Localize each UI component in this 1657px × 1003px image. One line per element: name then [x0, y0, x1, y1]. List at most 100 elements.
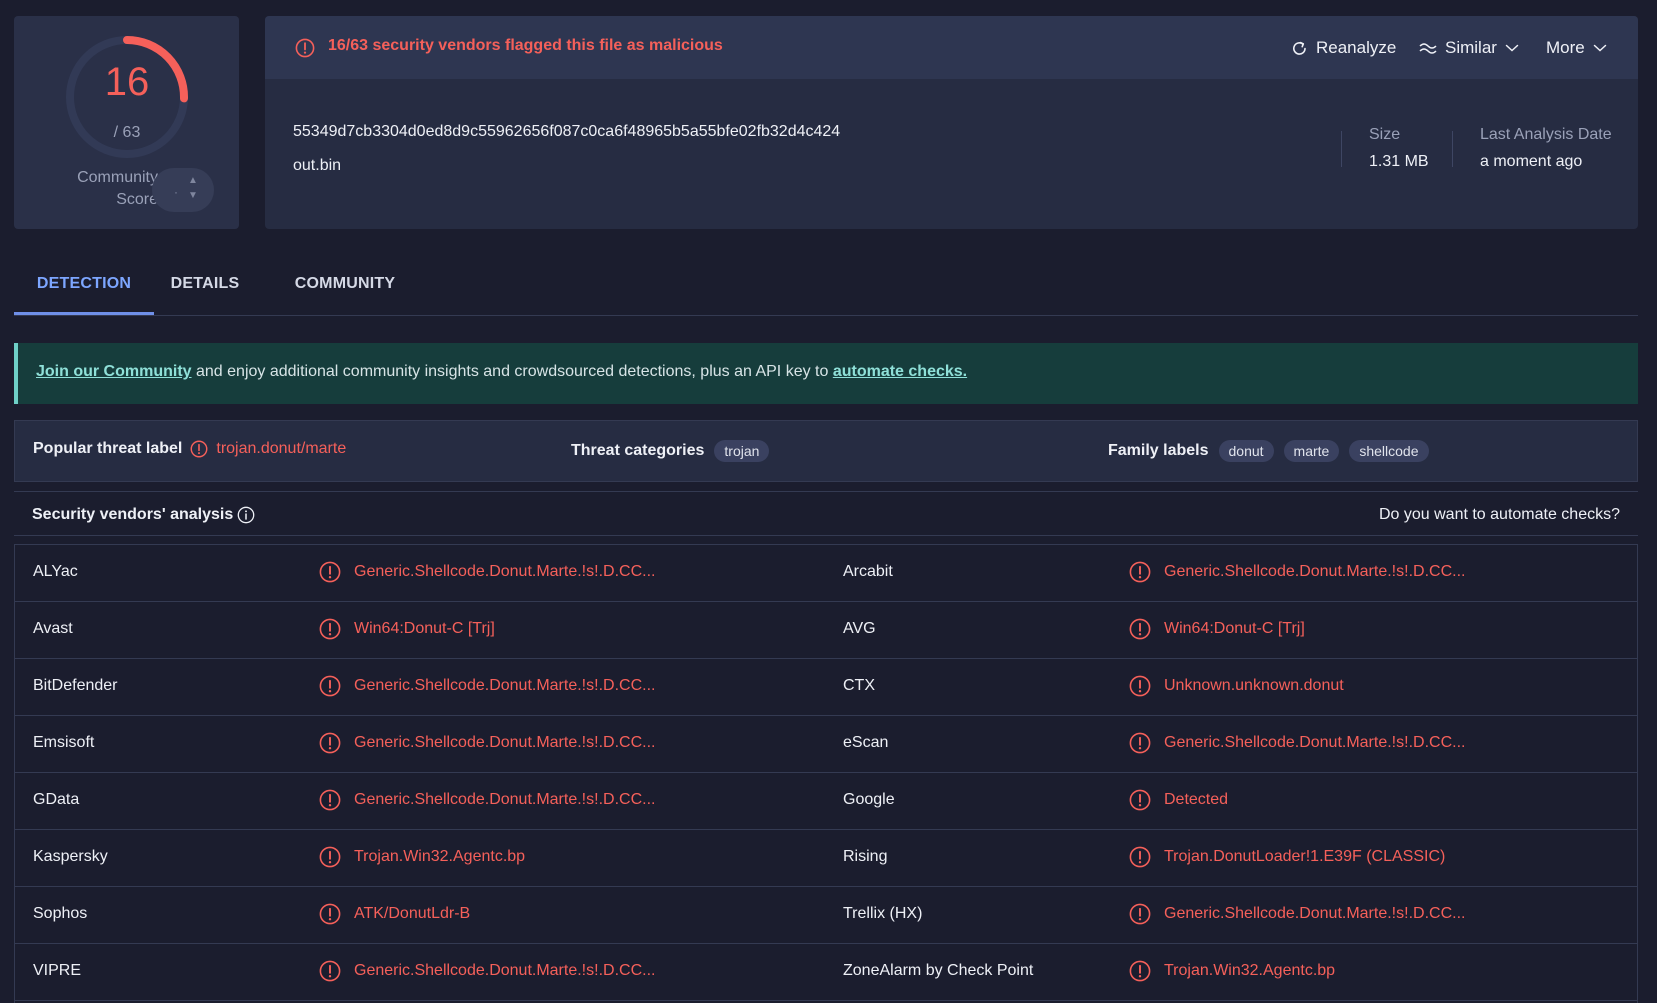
threat-category-chip[interactable]: trojan: [714, 440, 770, 462]
file-size-block: Size 1.31 MB: [1369, 126, 1429, 171]
alert-circle-icon: [1129, 732, 1151, 754]
alert-circle-icon: [1129, 675, 1151, 697]
report-tabs: DETECTION DETAILS COMMUNITY: [14, 262, 1638, 316]
more-button[interactable]: More: [1546, 36, 1607, 60]
alert-circle-icon: [295, 38, 315, 58]
last-analysis-value: a moment ago: [1480, 153, 1583, 170]
malicious-flag-bar: 16/63 security vendors flagged this file…: [265, 16, 1638, 79]
community-score-label-line1: Community: [77, 169, 158, 186]
vendor-result: Unknown.unknown.donut: [1164, 677, 1344, 694]
similar-label: Similar: [1445, 38, 1497, 57]
meta-divider: [1341, 131, 1342, 167]
vendor-result: Generic.Shellcode.Donut.Marte.!s!.D.CC..…: [1164, 905, 1466, 922]
reanalyze-button[interactable]: Reanalyze: [1291, 36, 1396, 60]
tab-detection[interactable]: DETECTION: [14, 262, 154, 315]
alert-circle-icon: [1129, 561, 1151, 583]
vendor-name: GData: [33, 791, 80, 808]
info-icon[interactable]: [237, 506, 255, 524]
automate-checks-link[interactable]: automate checks.: [833, 363, 967, 380]
community-banner-text: Join our Community and enjoy additional …: [36, 363, 967, 381]
file-summary-card: 16/63 security vendors flagged this file…: [265, 16, 1638, 229]
vendor-result: Generic.Shellcode.Donut.Marte.!s!.D.CC..…: [1164, 563, 1466, 580]
vendor-name: CTX: [843, 677, 875, 694]
popular-threat-label-value[interactable]: trojan.donut/marte: [216, 440, 346, 458]
alert-circle-icon: [319, 732, 341, 754]
threat-labels-bar: Popular threat label trojan.donut/marte …: [14, 420, 1638, 482]
alert-circle-icon: [319, 618, 341, 640]
community-vote-control[interactable]: · ▲ ▼: [152, 168, 214, 212]
alert-circle-icon: [1129, 789, 1151, 811]
threat-categories-group: Threat categories trojan: [571, 440, 770, 462]
vendor-result: Trojan.Win32.Agentc.bp: [1164, 962, 1336, 979]
family-labels-title: Family labels: [1108, 442, 1209, 459]
refresh-icon: [1293, 41, 1306, 55]
table-row: Avast Win64:Donut-C [Trj] AVG Win64:Donu…: [15, 602, 1637, 659]
vendor-name: Google: [843, 791, 895, 808]
alert-circle-icon: [1129, 903, 1151, 925]
vendor-result: Generic.Shellcode.Donut.Marte.!s!.D.CC..…: [1164, 734, 1466, 751]
detection-score-card: 16 / 63 Community Score · ▲ ▼: [14, 16, 239, 229]
vendor-result: Generic.Shellcode.Donut.Marte.!s!.D.CC..…: [354, 962, 656, 979]
vendor-result: Detected: [1164, 791, 1229, 808]
vendor-name: Arcabit: [843, 563, 893, 580]
vendor-results-table: ALYac Generic.Shellcode.Donut.Marte.!s!.…: [14, 544, 1638, 1003]
table-row: Sophos ATK/DonutLdr-B Trellix (HX) Gener…: [15, 887, 1637, 944]
detection-count: 16: [104, 60, 150, 104]
last-analysis-label: Last Analysis Date: [1480, 126, 1612, 143]
table-row: BitDefender Generic.Shellcode.Donut.Mart…: [15, 659, 1637, 716]
automate-checks-prompt[interactable]: Do you want to automate checks?: [1379, 506, 1620, 524]
malicious-flag-text: 16/63 security vendors flagged this file…: [328, 37, 723, 54]
vendor-result: Generic.Shellcode.Donut.Marte.!s!.D.CC..…: [354, 791, 656, 808]
reanalyze-label: Reanalyze: [1316, 38, 1397, 57]
vendors-analysis-title: Security vendors' analysis: [32, 506, 234, 523]
alert-circle-icon: [1129, 960, 1151, 982]
file-sha256-hash[interactable]: 55349d7cb3304d0ed8d9c55962656f087c0ca6f4…: [293, 123, 840, 141]
vendor-name: eScan: [843, 734, 889, 751]
vendor-result: Win64:Donut-C [Trj]: [354, 620, 495, 637]
family-label-chip[interactable]: marte: [1283, 440, 1340, 462]
tab-community[interactable]: COMMUNITY: [289, 262, 401, 315]
vote-up-icon[interactable]: ▲: [188, 175, 198, 186]
vendor-result: Win64:Donut-C [Trj]: [1164, 620, 1305, 637]
alert-circle-icon: [1129, 846, 1151, 868]
vendor-result: Generic.Shellcode.Donut.Marte.!s!.D.CC..…: [354, 677, 656, 694]
popular-threat-label-group: Popular threat label trojan.donut/marte: [33, 440, 346, 458]
vendor-name: ALYac: [33, 563, 78, 580]
popular-threat-label-title: Popular threat label: [33, 440, 183, 457]
vendor-name: Emsisoft: [33, 734, 95, 751]
vendor-name: Trellix (HX): [843, 905, 923, 922]
alert-circle-icon: [319, 561, 341, 583]
community-banner: Join our Community and enjoy additional …: [14, 343, 1638, 404]
table-row: Emsisoft Generic.Shellcode.Donut.Marte.!…: [15, 716, 1637, 773]
community-score-label: Community Score: [24, 167, 158, 211]
banner-middle-text: and enjoy additional community insights …: [191, 363, 833, 380]
table-row: GData Generic.Shellcode.Donut.Marte.!s!.…: [15, 773, 1637, 830]
chevron-down-icon: [1593, 44, 1606, 52]
vendor-name: Kaspersky: [33, 848, 108, 865]
alert-circle-icon: [319, 675, 341, 697]
vote-value: ·: [174, 185, 178, 199]
chevron-down-icon: [1505, 44, 1519, 52]
community-score-label-line2: Score: [116, 191, 158, 208]
vendor-name: Avast: [33, 620, 73, 637]
family-label-chip[interactable]: donut: [1218, 440, 1274, 462]
similar-button[interactable]: Similar: [1419, 36, 1519, 60]
vendor-name: VIPRE: [33, 962, 82, 979]
alert-circle-icon: [1129, 618, 1151, 640]
threat-categories-title: Threat categories: [571, 442, 705, 459]
vendor-name: ZoneAlarm by Check Point: [843, 962, 1034, 979]
vote-down-icon[interactable]: ▼: [188, 190, 198, 201]
vendor-name: Rising: [843, 848, 888, 865]
tab-details[interactable]: DETAILS: [164, 262, 246, 315]
vendor-result: ATK/DonutLdr-B: [354, 905, 471, 922]
table-row: Kaspersky Trojan.Win32.Agentc.bp Rising …: [15, 830, 1637, 887]
join-community-link[interactable]: Join our Community: [36, 363, 192, 380]
vendor-total: / 63: [113, 124, 141, 141]
family-label-chip[interactable]: shellcode: [1349, 440, 1429, 462]
alert-circle-icon: [319, 960, 341, 982]
family-labels-group: Family labels donut marte shellcode: [1108, 440, 1429, 462]
alert-circle-icon: [319, 846, 341, 868]
alert-circle-icon: [319, 903, 341, 925]
table-row: ALYac Generic.Shellcode.Donut.Marte.!s!.…: [15, 545, 1637, 602]
last-analysis-block: Last Analysis Date a moment ago: [1480, 126, 1612, 171]
